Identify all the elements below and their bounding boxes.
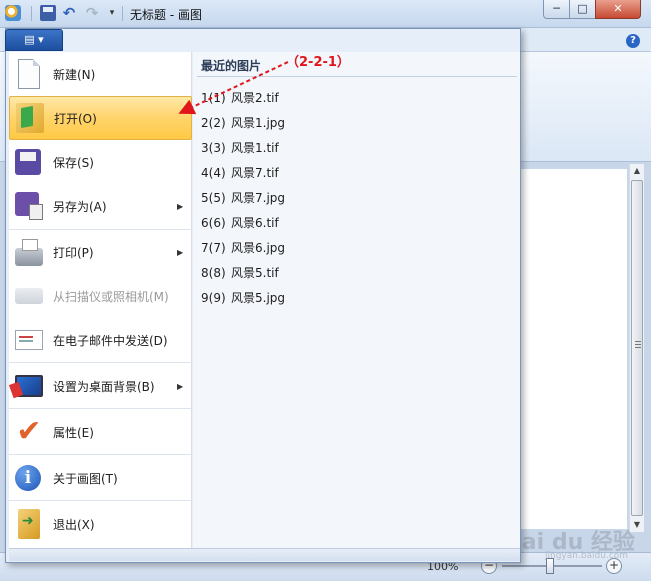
recent-file-number: 4(4) [201, 166, 226, 180]
recent-file-item[interactable]: 2(2) 风景1.jpg [201, 114, 285, 131]
recent-file-name: 风景2.tif [231, 91, 279, 105]
watermark-url: jingyan.baidu.com [545, 551, 629, 561]
recent-file-name: 风景6.tif [231, 216, 279, 230]
recent-file-item[interactable]: 9(9) 风景5.jpg [201, 289, 285, 306]
open-folder-icon [16, 103, 44, 133]
undo-icon[interactable]: ↶ [61, 5, 77, 21]
scrollbar-thumb[interactable] [631, 180, 643, 516]
menu-item-save-as[interactable]: 另存为(A) ▶ [9, 184, 192, 228]
recent-file-number: 3(3) [201, 141, 226, 155]
menu-separator [9, 362, 192, 363]
scroll-up-icon[interactable]: ▲ [630, 164, 644, 178]
recent-file-item[interactable]: 4(4) 风景7.tif [201, 164, 279, 181]
recent-file-item[interactable]: 8(8) 风景5.tif [201, 264, 279, 281]
recent-file-number: 8(8) [201, 266, 226, 280]
recent-file-name: 风景1.jpg [231, 116, 286, 130]
grip-icon [635, 341, 641, 349]
redo-icon[interactable]: ↷ [84, 5, 100, 21]
submenu-arrow-icon: ▶ [177, 201, 184, 211]
quick-save-icon[interactable] [40, 5, 56, 21]
recent-heading-divider [197, 76, 517, 77]
recent-file-name: 风景7.jpg [231, 191, 286, 205]
info-icon: i [15, 465, 41, 491]
email-icon [15, 330, 43, 350]
menu-separator [9, 408, 192, 409]
recent-file-name: 风景5.jpg [231, 291, 286, 305]
menu-item-label: 关于画图(T) [53, 471, 118, 486]
save-as-icon [15, 192, 43, 220]
toolbar-divider [122, 6, 123, 21]
recent-file-name: 风景7.tif [231, 166, 279, 180]
toolbar-divider [31, 6, 32, 21]
scanner-icon [15, 288, 43, 304]
menu-item-label: 在电子邮件中发送(D) [53, 333, 168, 348]
menu-item-label: 打开(O) [54, 111, 97, 126]
menu-item-properties[interactable]: ✔ 属性(E) [9, 410, 192, 454]
maximize-button[interactable]: □ [569, 0, 596, 19]
new-document-icon [18, 59, 40, 89]
menu-separator [9, 500, 192, 501]
customize-toolbar-dropdown-icon[interactable]: ▾ [104, 5, 120, 21]
recent-file-number: 1(1) [201, 91, 226, 105]
menu-item-exit[interactable]: 退出(X) [9, 502, 192, 546]
paint-app-icon[interactable] [5, 5, 21, 21]
save-disk-icon [15, 149, 41, 175]
menu-item-set-desktop-background[interactable]: 设置为桌面背景(B) ▶ [9, 364, 192, 408]
recent-file-number: 6(6) [201, 216, 226, 230]
minimize-button[interactable]: ─ [543, 0, 570, 19]
recent-file-name: 风景6.jpg [231, 241, 286, 255]
submenu-arrow-icon: ▶ [177, 381, 184, 391]
recent-file-number: 7(7) [201, 241, 226, 255]
menu-item-label: 新建(N) [53, 67, 96, 82]
exit-icon [18, 509, 40, 539]
desktop-background-icon [15, 375, 43, 397]
recent-file-item[interactable]: 6(6) 风景6.tif [201, 214, 279, 231]
menu-item-send-email[interactable]: 在电子邮件中发送(D) [9, 318, 192, 362]
recent-file-item[interactable]: 5(5) 风景7.jpg [201, 189, 285, 206]
menu-item-label: 打印(P) [53, 245, 94, 260]
menu-item-new[interactable]: 新建(N) [9, 52, 192, 96]
menu-item-label: 设置为桌面背景(B) [53, 379, 155, 394]
menu-item-label: 保存(S) [53, 155, 94, 170]
help-icon[interactable]: ? [626, 34, 640, 48]
recent-pictures-heading: 最近的图片 [201, 59, 262, 73]
step-annotation: （2-2-1） [286, 55, 350, 70]
submenu-arrow-icon: ▶ [177, 247, 184, 257]
checkmark-icon: ✔ [16, 414, 42, 449]
menu-item-label: 从扫描仪或照相机(M) [53, 289, 169, 304]
recent-file-number: 5(5) [201, 191, 226, 205]
menu-item-label: 属性(E) [53, 425, 94, 440]
menu-item-label: 另存为(A) [53, 199, 107, 214]
recent-file-item[interactable]: 1(1) 风景2.tif [201, 89, 279, 106]
recent-file-name: 风景1.tif [231, 141, 279, 155]
menu-item-about-paint[interactable]: i 关于画图(T) [9, 456, 192, 500]
menu-item-from-scanner: 从扫描仪或照相机(M) [9, 274, 192, 318]
vertical-scrollbar[interactable]: ▲ ▼ [629, 164, 644, 532]
menu-footer [9, 548, 520, 561]
paint-menu-button-active[interactable]: ▤ ▾ [5, 29, 63, 51]
printer-icon [15, 239, 43, 266]
menu-item-open[interactable]: 打开(O) [9, 96, 192, 140]
recent-file-item[interactable]: 3(3) 风景1.tif [201, 139, 279, 156]
recent-file-number: 2(2) [201, 116, 226, 130]
menu-item-label: 退出(X) [53, 517, 95, 532]
recent-file-name: 风景5.tif [231, 266, 279, 280]
recent-file-item[interactable]: 7(7) 风景6.jpg [201, 239, 285, 256]
menu-commands-pane: 新建(N) 打开(O) 保存(S) 另存为(A) ▶ 打印(P) ▶ 从扫描仪或… [9, 52, 192, 548]
window-title: 无标题 - 画图 [130, 8, 202, 22]
title-bar: ↶ ↷ ▾ 无标题 - 画图 ─ □ ✕ [0, 0, 651, 28]
menu-item-print[interactable]: 打印(P) ▶ [9, 230, 192, 274]
close-button[interactable]: ✕ [595, 0, 641, 19]
recent-file-number: 9(9) [201, 291, 226, 305]
menu-item-save[interactable]: 保存(S) [9, 140, 192, 184]
menu-separator [9, 454, 192, 455]
